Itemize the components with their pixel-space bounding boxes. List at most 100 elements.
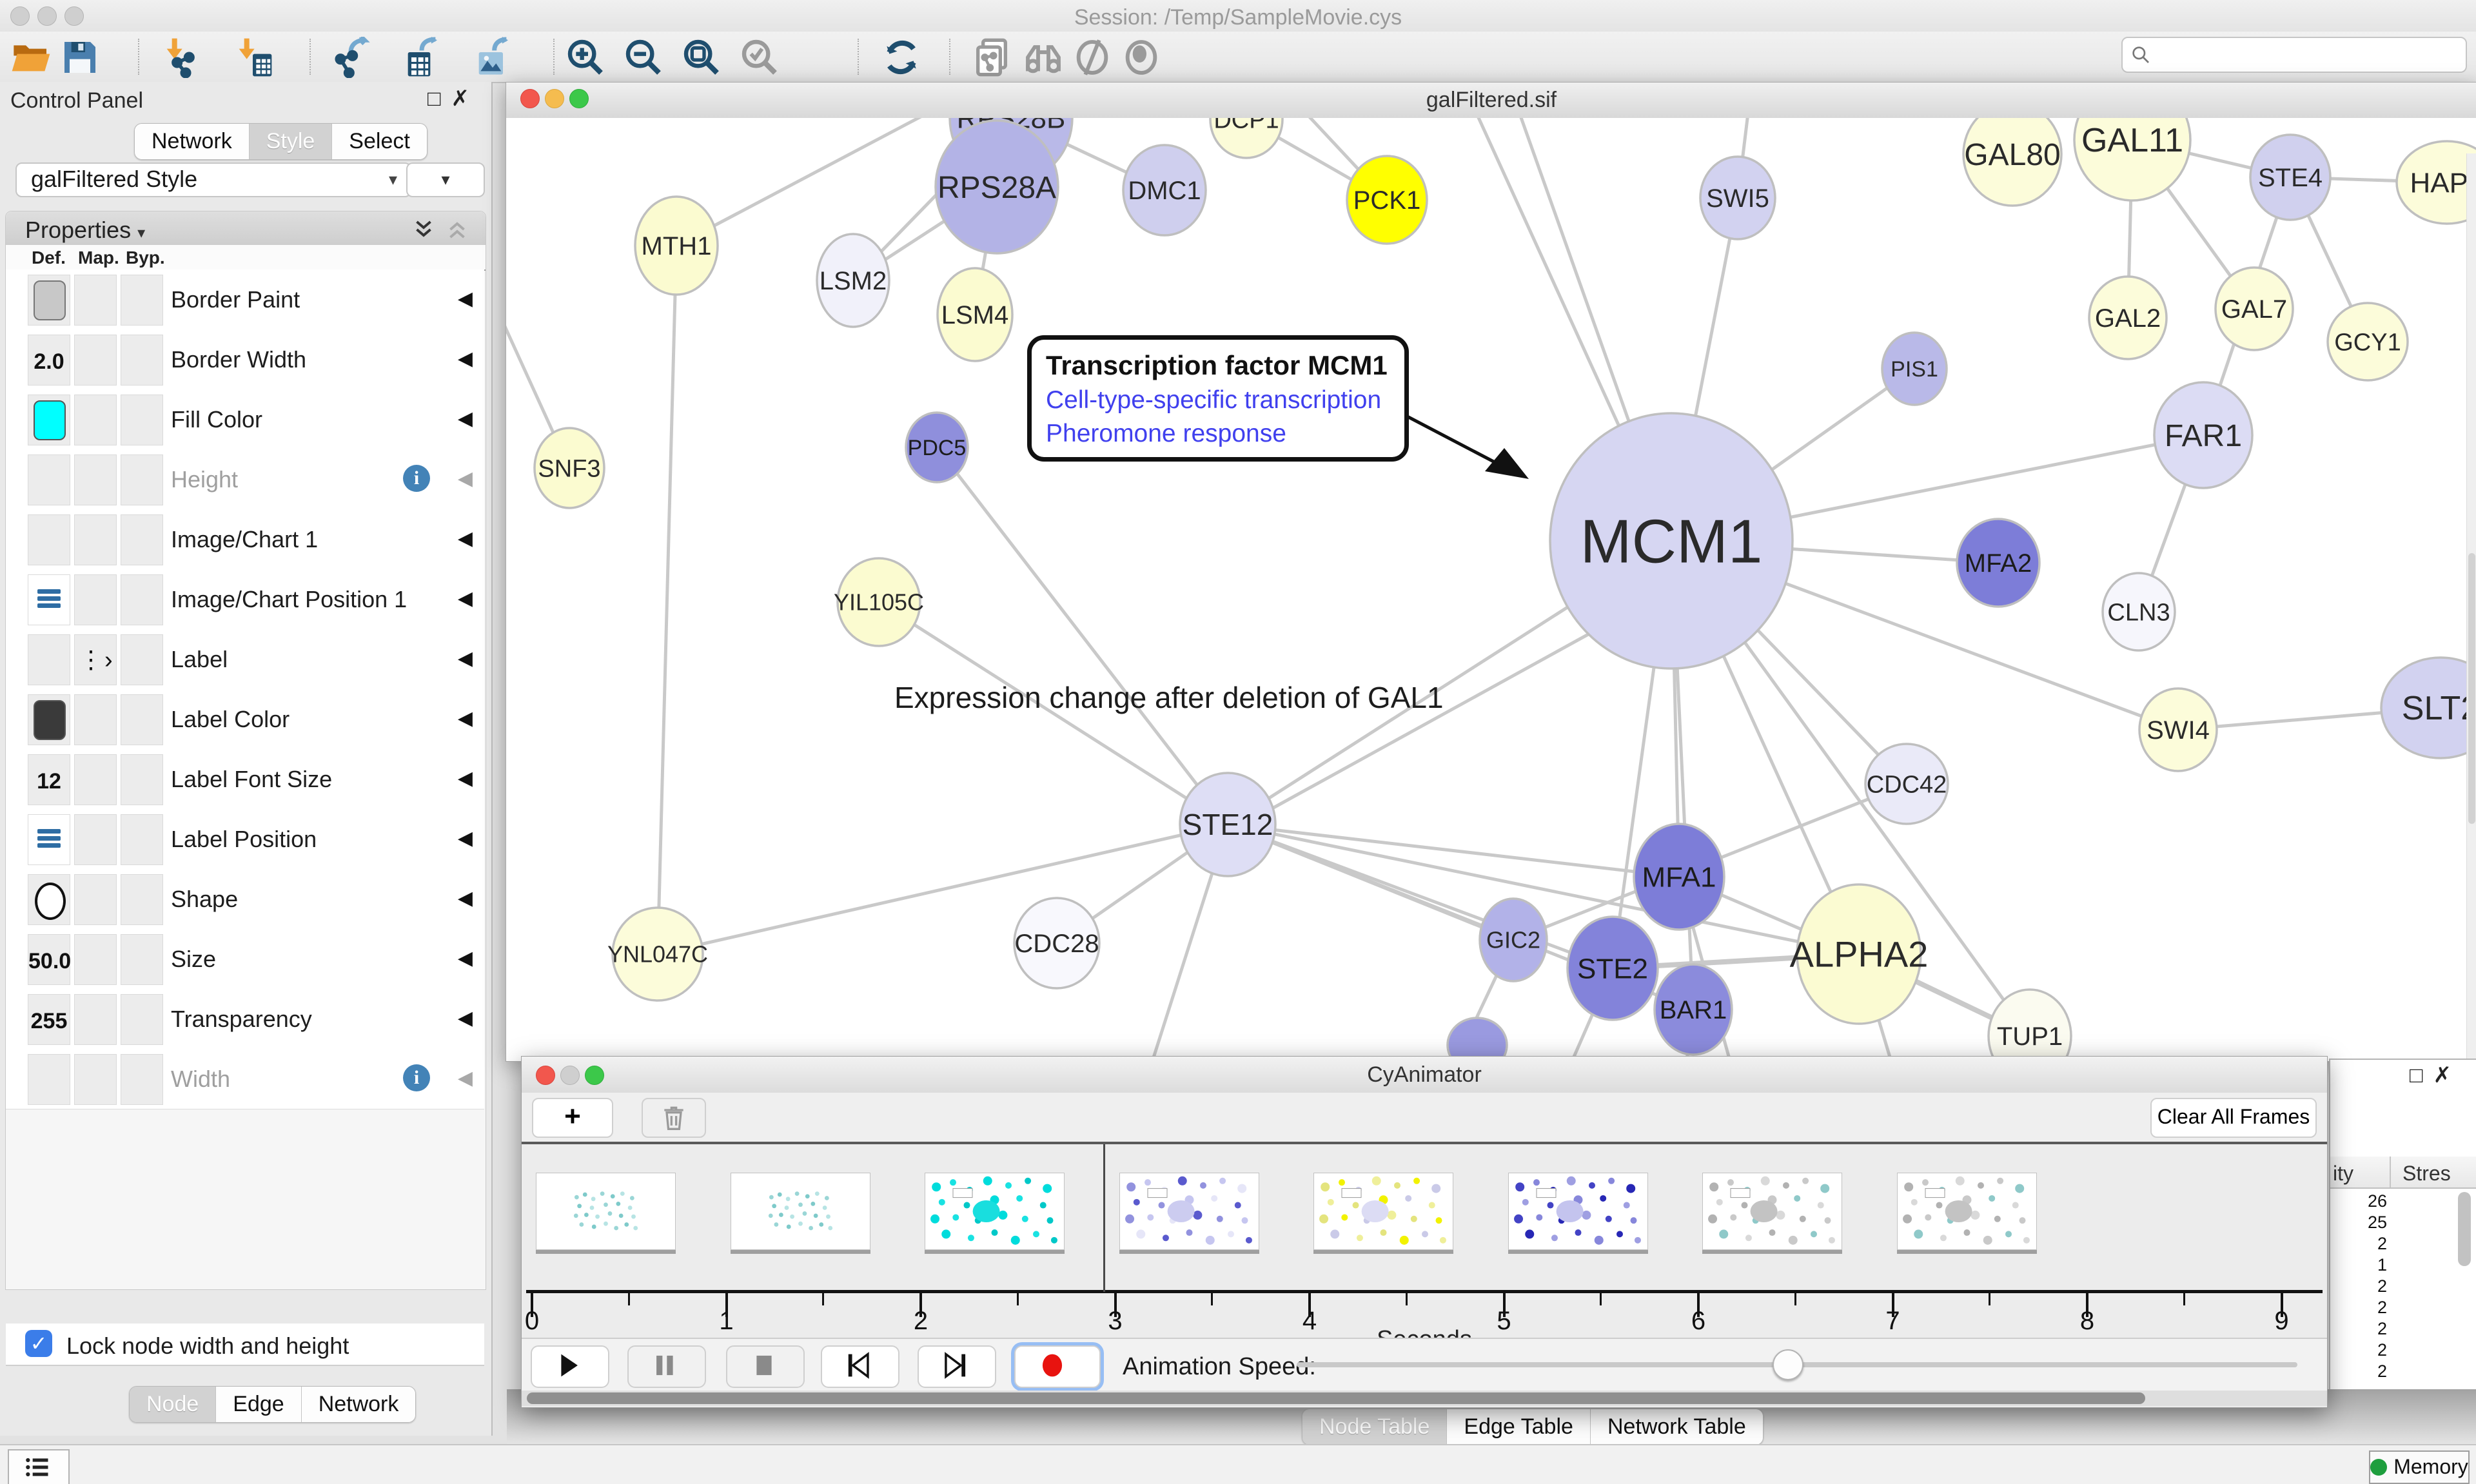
mapping-cell[interactable] xyxy=(74,574,117,625)
network-node-GAL7[interactable]: GAL7 xyxy=(2216,268,2293,350)
close-panel-icon[interactable]: ✗ xyxy=(451,86,480,111)
bypass-cell[interactable] xyxy=(121,1054,163,1105)
info-icon[interactable]: i xyxy=(403,465,430,492)
cyanimator-timeline[interactable]: 0123456789 Seconds xyxy=(522,1144,2327,1335)
network-node-YNL047C[interactable]: YNL047C xyxy=(607,908,708,1001)
bypass-cell[interactable] xyxy=(121,335,163,386)
mapping-cell[interactable] xyxy=(74,694,117,745)
info-icon[interactable]: i xyxy=(403,1064,430,1091)
default-value-cell[interactable] xyxy=(28,634,70,685)
animation-frame-2[interactable] xyxy=(925,1173,1065,1250)
tab-node[interactable]: Node xyxy=(130,1387,216,1422)
network-node-STE2[interactable]: STE2 xyxy=(1567,917,1658,1020)
mapping-cell[interactable] xyxy=(74,395,117,445)
float-panel-icon[interactable]: □ xyxy=(427,86,451,111)
add-frame-button[interactable]: + xyxy=(532,1098,613,1138)
animation-frame-4[interactable] xyxy=(1313,1173,1453,1250)
network-node-STE4[interactable]: STE4 xyxy=(2250,135,2330,220)
save-session-icon[interactable] xyxy=(59,37,101,78)
table-row[interactable]: 2 xyxy=(2330,1276,2387,1298)
mapping-cell[interactable] xyxy=(74,514,117,565)
lock-size-checkbox[interactable]: ✓ xyxy=(25,1330,52,1357)
default-value-cell[interactable]: 2.0 xyxy=(28,335,70,386)
clear-all-frames-button[interactable]: Clear All Frames xyxy=(2150,1098,2317,1138)
memory-button[interactable]: Memory xyxy=(2369,1450,2470,1484)
scrollbar-thumb[interactable] xyxy=(527,1392,2145,1404)
collapse-all-icon[interactable] xyxy=(446,218,469,241)
network-node-GIC2[interactable]: GIC2 xyxy=(1480,899,1547,981)
close-panel-icon[interactable]: ✗ xyxy=(2433,1063,2462,1088)
tab-edge-table[interactable]: Edge Table xyxy=(1447,1409,1591,1445)
default-value-cell[interactable] xyxy=(28,814,70,865)
style-options-button[interactable]: ▾ xyxy=(406,162,485,197)
bypass-cell[interactable] xyxy=(121,454,163,505)
table-row[interactable]: 2 xyxy=(2330,1298,2387,1319)
animation-frame-7[interactable] xyxy=(1897,1173,2037,1250)
table-row[interactable]: 2 xyxy=(2330,1234,2387,1255)
property-row-transparency[interactable]: 255Transparency◀ xyxy=(6,989,484,1050)
property-row-size[interactable]: 50.0Size◀ xyxy=(6,929,484,990)
property-row-label-color[interactable]: Label Color◀ xyxy=(6,689,484,750)
network-node-CDC42[interactable]: CDC42 xyxy=(1865,744,1948,824)
property-row-shape[interactable]: Shape◀ xyxy=(6,869,484,930)
import-network-icon[interactable] xyxy=(160,37,201,78)
cyanimator-titlebar[interactable]: CyAnimator xyxy=(522,1057,2327,1093)
network-node-FAR1[interactable]: FAR1 xyxy=(2154,382,2252,488)
network-node-CDC28[interactable]: CDC28 xyxy=(1014,898,1099,988)
network-node-SLT2[interactable]: SLT2 xyxy=(2381,658,2476,758)
hide-selection-icon[interactable] xyxy=(1072,37,1113,78)
network-node-PIS1[interactable]: PIS1 xyxy=(1882,333,1947,405)
search-network-icon[interactable] xyxy=(1023,37,1064,78)
previous-frame-button[interactable] xyxy=(821,1345,899,1388)
tab-node-table[interactable]: Node Table xyxy=(1302,1409,1447,1445)
play-button[interactable] xyxy=(531,1345,609,1388)
bypass-cell[interactable] xyxy=(121,514,163,565)
table-row[interactable]: 2 xyxy=(2330,1362,2387,1383)
network-node-GAL2[interactable]: GAL2 xyxy=(2089,277,2166,359)
animation-frame-0[interactable] xyxy=(536,1173,676,1250)
bypass-cell[interactable] xyxy=(121,634,163,685)
bypass-cell[interactable] xyxy=(121,694,163,745)
animation-speed-slider-thumb[interactable] xyxy=(1773,1349,1803,1380)
property-row-width[interactable]: Widthi◀ xyxy=(6,1049,484,1109)
property-row-label[interactable]: ⋮›Label◀ xyxy=(6,629,484,690)
table-row[interactable]: 2 xyxy=(2330,1340,2387,1362)
mapping-cell[interactable] xyxy=(74,874,117,925)
mapping-cell[interactable] xyxy=(74,754,117,805)
expand-property-icon[interactable]: ◀ xyxy=(458,827,473,850)
network-node-SNF3[interactable]: SNF3 xyxy=(535,428,604,508)
network-node-SWI4[interactable]: SWI4 xyxy=(2139,688,2217,771)
mapping-cell[interactable] xyxy=(74,1054,117,1105)
table-column-header[interactable]: ity xyxy=(2333,1162,2353,1186)
expand-all-icon[interactable] xyxy=(412,218,435,241)
network-node-MFA1[interactable]: MFA1 xyxy=(1634,824,1724,930)
zoom-fit-icon[interactable] xyxy=(681,37,722,78)
table-row[interactable]: 2 xyxy=(2330,1319,2387,1340)
annotation-link[interactable]: Cell-type-specific transcription xyxy=(1046,386,1390,415)
table-row[interactable]: 25 xyxy=(2330,1213,2387,1234)
style-selector-dropdown[interactable]: galFiltered Style ▾ xyxy=(15,162,411,197)
export-network-icon[interactable] xyxy=(330,37,371,78)
annotation-link[interactable]: Pheromone response xyxy=(1046,420,1390,448)
tab-network[interactable]: Network xyxy=(302,1387,416,1422)
network-node-MCM1[interactable]: MCM1 xyxy=(1550,413,1793,669)
property-row-image-chart-position-1[interactable]: Image/Chart Position 1◀ xyxy=(6,569,484,630)
default-value-cell[interactable]: 50.0 xyxy=(28,934,70,985)
open-session-icon[interactable] xyxy=(10,37,52,78)
mapping-cell[interactable] xyxy=(74,994,117,1045)
default-value-cell[interactable] xyxy=(28,275,70,326)
table-row[interactable]: 26 xyxy=(2330,1191,2387,1213)
network-node-YIL105C[interactable]: YIL105C xyxy=(834,558,924,646)
network-node-RPS28A[interactable]: RPS28A xyxy=(936,121,1058,253)
animation-frame-1[interactable] xyxy=(731,1173,870,1250)
show-selection-icon[interactable] xyxy=(1121,37,1162,78)
bypass-cell[interactable] xyxy=(121,275,163,326)
expand-property-icon[interactable]: ◀ xyxy=(458,767,473,790)
default-value-cell[interactable] xyxy=(28,395,70,445)
global-search-field[interactable] xyxy=(2121,37,2467,73)
property-row-border-width[interactable]: 2.0Border Width◀ xyxy=(6,329,484,390)
properties-header[interactable]: Properties ▾ xyxy=(6,211,486,246)
network-window-titlebar[interactable]: galFiltered.sif xyxy=(506,83,2476,119)
property-row-label-font-size[interactable]: 12Label Font Size◀ xyxy=(6,749,484,810)
default-value-cell[interactable]: 255 xyxy=(28,994,70,1045)
